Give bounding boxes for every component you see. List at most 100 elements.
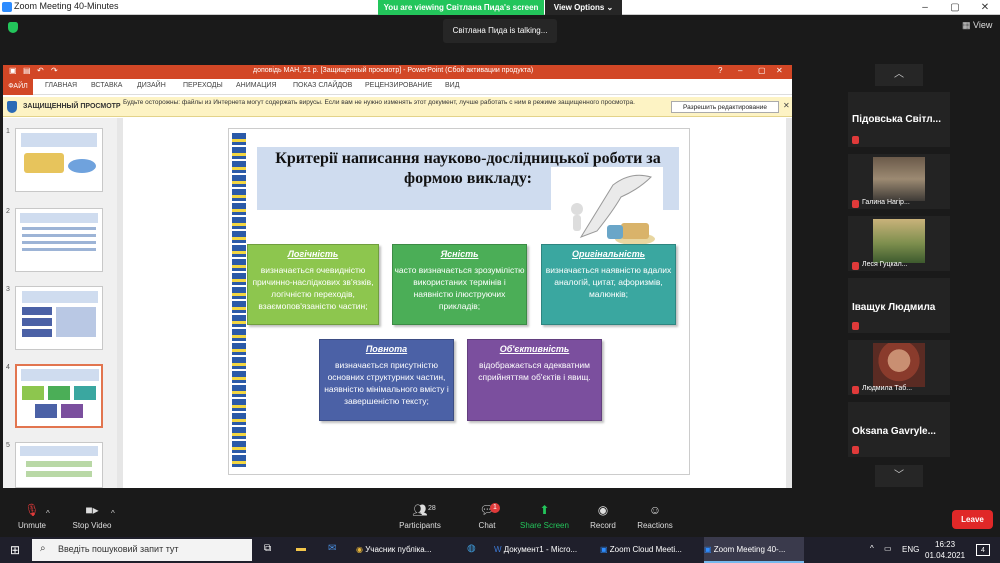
tab-design[interactable]: ДИЗАЙН: [137, 82, 166, 89]
windows-start-icon[interactable]: ⊞: [0, 537, 30, 563]
share-screen-label: Share Screen: [520, 521, 569, 530]
tab-animation[interactable]: АНИМАЦИЯ: [236, 82, 277, 89]
participants-button[interactable]: 👥︎ Participants: [394, 503, 446, 530]
unmute-label: Unmute: [17, 521, 46, 530]
share-screen-icon: ⬆︎: [539, 503, 550, 517]
participants-count: 28: [428, 505, 436, 512]
shield-icon: [7, 101, 17, 113]
participant-name: Леся Гуцкал...: [862, 261, 908, 268]
mail-icon[interactable]: ✉: [328, 543, 336, 554]
zoom-logo-icon: [2, 2, 12, 12]
taskbar-app-zoom-cloud[interactable]: ▣ Zoom Cloud Meeti...: [600, 537, 700, 563]
criterion-card: Оригінальність визначається наявністю вд…: [541, 244, 676, 325]
record-icon: ◉: [597, 503, 609, 517]
tab-transitions[interactable]: ПЕРЕХОДЫ: [183, 82, 223, 89]
ribbon-tabs: ФАЙЛ ГЛАВНАЯ ВСТАВКА ДИЗАЙН ПЕРЕХОДЫ АНИ…: [3, 79, 792, 95]
task-view-icon[interactable]: ⧉: [264, 543, 271, 554]
thumb-line: [22, 248, 96, 251]
chrome-icon: ◉: [356, 545, 363, 554]
participants-icon: 👥︎: [412, 503, 428, 517]
slide-canvas: Критерії написання науково-дослідницької…: [228, 128, 690, 475]
security-shield-icon[interactable]: [8, 22, 18, 33]
notifications-icon[interactable]: 4: [976, 544, 990, 556]
stop-video-button[interactable]: ■▸ Stop Video: [68, 503, 116, 530]
thumb-bar: [26, 461, 92, 467]
ppt-close-icon[interactable]: ✕: [776, 66, 783, 75]
ppt-maximize-icon[interactable]: ▢: [758, 66, 766, 75]
audio-options-icon[interactable]: ^: [46, 509, 50, 518]
criterion-card: Об'єктивність відображається адекватним …: [467, 339, 602, 421]
record-button[interactable]: ◉ Record: [585, 503, 621, 530]
thumb-bar: [22, 318, 52, 326]
tab-insert[interactable]: ВСТАВКА: [91, 82, 122, 89]
taskbar-app-zoom-meeting[interactable]: ▣ Zoom Meeting 40-...: [704, 537, 804, 563]
redo-icon[interactable]: ↷: [51, 66, 58, 75]
network-icon[interactable]: ▭: [884, 544, 892, 553]
participant-tile: Oksana Gavryle...: [848, 402, 950, 457]
share-screen-button[interactable]: ⬆︎ Share Screen: [517, 503, 572, 530]
view-button[interactable]: ▦ View: [962, 20, 992, 31]
tab-home[interactable]: ГЛАВНАЯ: [45, 82, 77, 89]
maximize-icon[interactable]: ▢: [940, 0, 970, 15]
leave-button[interactable]: Leave: [952, 510, 993, 529]
enable-editing-button[interactable]: Разрешить редактирование: [671, 101, 779, 113]
tab-file[interactable]: ФАЙЛ: [3, 79, 33, 95]
criterion-text: визначається наявністю вдалих аналогій, …: [545, 265, 672, 299]
slide-thumbnail[interactable]: [15, 286, 103, 350]
criterion-card: Повнота визначається присутністю основни…: [319, 339, 454, 421]
tray-arrow-icon[interactable]: ^: [870, 544, 874, 553]
zoom-title-bar: Zoom Meeting 40-Minutes You are viewing …: [0, 0, 1000, 15]
clock-time[interactable]: 16:23: [935, 540, 955, 549]
ppt-minimize-icon[interactable]: –: [738, 66, 742, 75]
participants-label: Participants: [399, 521, 441, 530]
criterion-heading: Повнота: [365, 344, 408, 354]
language-indicator[interactable]: ENG: [902, 545, 919, 554]
protected-view-message: Будьте осторожны: файлы из Интернета мог…: [123, 99, 635, 106]
slide-thumbnail[interactable]: [15, 442, 103, 488]
clock-date[interactable]: 01.04.2021: [925, 551, 965, 560]
close-bar-icon[interactable]: ✕: [783, 101, 790, 110]
taskbar-search-input[interactable]: ⌕ Введіть пошуковий запит тут: [32, 539, 252, 561]
tab-slideshow[interactable]: ПОКАЗ СЛАЙДОВ: [293, 82, 352, 89]
windows-taskbar: ⊞ ⌕ Введіть пошуковий запит тут ⧉ ▬ ✉ ◉ …: [0, 537, 1000, 563]
slide-thumbnail[interactable]: [15, 128, 103, 192]
taskbar-app-word[interactable]: W Документ1 - Micro...: [494, 537, 594, 563]
participant-name: Підовська Світл...: [852, 114, 941, 125]
participant-tile: Підовська Світл...: [848, 92, 950, 147]
edge-icon[interactable]: ◍: [467, 543, 476, 554]
minimize-icon[interactable]: –: [910, 0, 940, 15]
slide-thumbnail-selected[interactable]: [15, 364, 103, 428]
record-label: Record: [590, 521, 616, 530]
save-icon[interactable]: ▤: [23, 66, 31, 75]
reactions-button[interactable]: ☺ Reactions: [635, 503, 675, 530]
window-title: Zoom Meeting 40-Minutes: [14, 1, 119, 11]
help-icon[interactable]: ?: [718, 66, 722, 75]
mic-muted-icon: [852, 136, 859, 144]
criterion-text: визначається присутністю основних структ…: [324, 360, 449, 406]
slide-thumbnail[interactable]: [15, 208, 103, 272]
file-explorer-icon[interactable]: ▬: [296, 543, 306, 554]
participant-photo: [873, 343, 925, 387]
search-placeholder: Введіть пошуковий запит тут: [58, 544, 179, 554]
close-icon[interactable]: ✕: [970, 0, 1000, 15]
word-icon: W: [494, 545, 502, 554]
slide-scrollbar[interactable]: [786, 118, 792, 488]
criterion-heading: Ясність: [440, 249, 479, 259]
undo-icon[interactable]: ↶: [37, 66, 44, 75]
video-options-icon[interactable]: ^: [111, 509, 115, 518]
thumb-box: [74, 386, 96, 400]
taskbar-app-chrome[interactable]: ◉ Учасник публіка...: [356, 537, 458, 563]
thumbnail-scrollbar[interactable]: [117, 118, 123, 488]
thumb-line: [22, 241, 96, 244]
tab-view[interactable]: ВИД: [445, 82, 459, 89]
viewing-banner: You are viewing Світлана Пида's screen: [378, 0, 544, 15]
criterion-card: Ясність часто визначається зрозумілістю …: [392, 244, 527, 325]
thumb-title-block: [20, 446, 98, 456]
thumb-bar: [26, 471, 92, 477]
view-options-button[interactable]: View Options ⌄: [545, 0, 622, 15]
tab-review[interactable]: РЕЦЕНЗИРОВАНИЕ: [365, 82, 432, 89]
thumb-number: 2: [6, 208, 10, 215]
taskbar-app-label: Документ1 - Micro...: [503, 545, 578, 554]
gallery-up-button[interactable]: ︿: [875, 64, 923, 86]
gallery-down-button[interactable]: ﹀: [875, 465, 923, 487]
